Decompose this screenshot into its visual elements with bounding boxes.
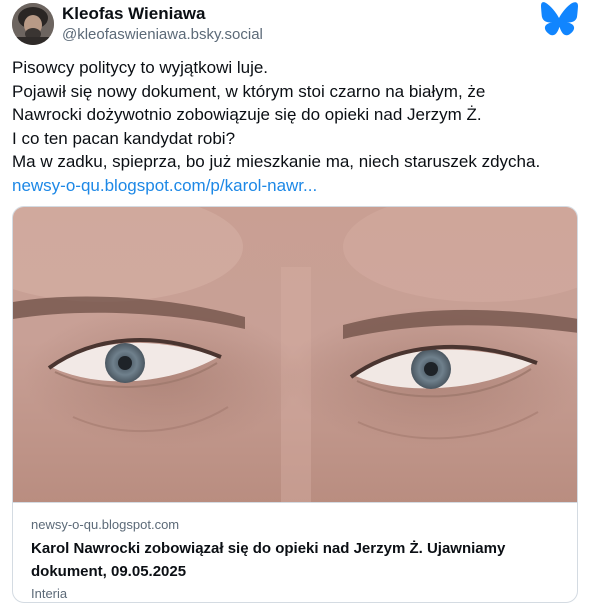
link-card-source: Interia bbox=[31, 586, 68, 601]
link-card-title[interactable]: Karol Nawrocki zobowiązał się do opieki … bbox=[31, 537, 561, 583]
post-text-line: Ma w zadku, spieprza, bo już mieszkanie … bbox=[12, 152, 541, 172]
link-preview-card[interactable]: newsy-o-qu.blogspot.com Karol Nawrocki z… bbox=[12, 206, 578, 603]
post-text-line: Pisowcy politycy to wyjątkowi luje. bbox=[12, 58, 269, 77]
author-display-name[interactable]: Kleofas Wieniawa bbox=[62, 4, 205, 24]
post-text-line: Nawrocki dożywotnio zobowiązuje się do o… bbox=[12, 105, 482, 125]
link-preview-image bbox=[13, 207, 577, 503]
card-divider bbox=[13, 502, 577, 503]
bluesky-butterfly-icon[interactable] bbox=[540, 2, 578, 36]
link-card-domain: newsy-o-qu.blogspot.com bbox=[31, 517, 180, 532]
link-card-title-line: Karol Nawrocki zobowiązał się do opieki … bbox=[31, 540, 506, 557]
author-handle[interactable]: @kleofaswieniawa.bsky.social bbox=[62, 26, 263, 43]
post-text-line: I co ten pacan kandydat robi? bbox=[12, 128, 236, 148]
post-text: Pisowcy politycy to wyjątkowi luje. Poja… bbox=[12, 56, 582, 198]
author-avatar[interactable] bbox=[12, 3, 54, 45]
link-card-title-line: dokument, 09.05.2025 bbox=[31, 563, 187, 580]
post-text-line: Pojawił się nowy dokument, w którym stoi… bbox=[12, 81, 486, 101]
post: Kleofas Wieniawa @kleofaswieniawa.bsky.s… bbox=[0, 0, 591, 603]
post-link[interactable]: newsy-o-qu.blogspot.com/p/karol-nawr... bbox=[12, 174, 582, 198]
